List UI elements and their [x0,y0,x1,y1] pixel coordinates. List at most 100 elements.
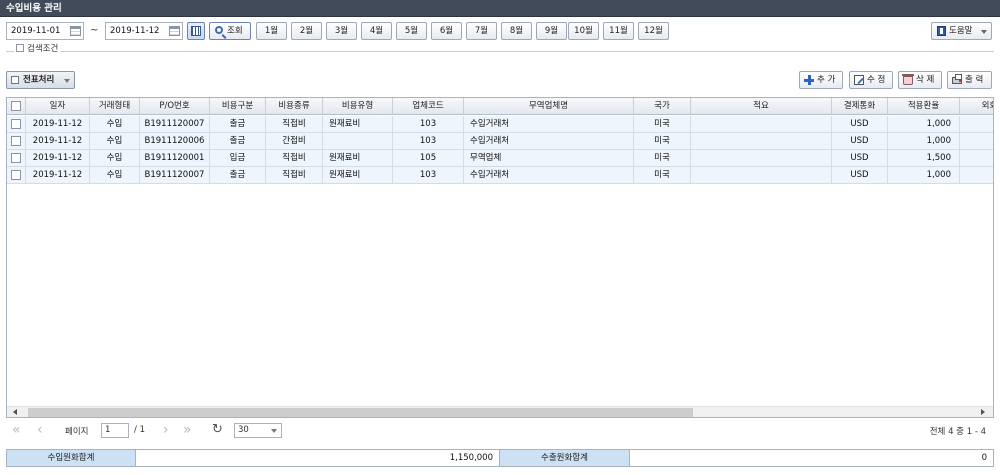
cell-foreign-amount [960,150,993,166]
cell-po-number: B1911120001 [140,150,210,166]
calendar-icon[interactable] [70,26,81,36]
scrollbar-thumb[interactable] [28,408,693,417]
cell-trade-type: 수입 [90,167,140,183]
cell-po-number: B1911120007 [140,116,210,132]
month-button-2[interactable]: 2월 [291,22,322,40]
row-checkbox[interactable] [11,136,21,146]
month-button-7[interactable]: 7월 [466,22,497,40]
month-button-6[interactable]: 6월 [431,22,462,40]
cell-trade-type: 수입 [90,116,140,132]
scroll-right-icon[interactable] [981,409,985,415]
cell-date: 2019-11-12 [26,133,90,149]
table-row[interactable]: 2019-11-12 수입 B1911120001 입금 직접비 원재료비 10… [7,150,993,167]
cell-date: 2019-11-12 [26,116,90,132]
header-exchange-rate[interactable]: 적용환율 [888,98,960,115]
help-button-label: 도움말 [949,26,973,36]
export-total-label: 수출원화합계 [500,450,630,466]
row-select[interactable] [7,133,26,149]
print-button-label: 출 력 [965,75,984,85]
month-button-3[interactable]: 3월 [326,22,357,40]
month-button-4[interactable]: 4월 [361,22,392,40]
page-label: 페이지 [65,427,89,437]
page-size-value: 30 [238,425,249,435]
window-title: 수입비용 관리 [0,0,1000,17]
page-size-select[interactable]: 30 [234,423,282,438]
date-from-input[interactable]: 2019-11-01 [6,22,84,40]
date-to-input[interactable]: 2019-11-12 [105,22,183,40]
cell-vendor-code: 105 [393,150,464,166]
print-button[interactable]: 출 력 [947,71,992,89]
cell-exchange-rate: 1,000 [888,133,960,149]
prev-page-icon[interactable]: ‹ [37,422,43,438]
cell-expense-type: 원재료비 [323,116,393,132]
help-button[interactable]: 도움말 [931,22,992,40]
refresh-icon[interactable]: ↻ [212,422,223,438]
header-expense-kind[interactable]: 비용종류 [266,98,323,115]
header-expense-type[interactable]: 비용유형 [323,98,393,115]
select-all-checkbox[interactable] [11,101,21,111]
grid-header: 일자 거래형태 P/O번호 비용구분 비용종류 비용유형 업체코드 무역업체명 … [7,98,993,115]
header-date[interactable]: 일자 [26,98,90,115]
month-button-11[interactable]: 11월 [603,22,634,40]
header-vendor-code[interactable]: 업체코드 [393,98,464,115]
pagination-bar: « ‹ 페이지 1 / 1 › » ↻ 30 전체 4 중 1 - 4 [6,420,994,442]
chevron-down-icon [981,30,987,34]
row-select[interactable] [7,167,26,183]
add-button[interactable]: 추 가 [799,71,843,89]
month-button-9[interactable]: 9월 [536,22,567,40]
calendar-icon[interactable] [169,26,180,36]
cell-country: 미국 [634,167,691,183]
cell-currency: USD [832,150,888,166]
first-page-icon[interactable]: « [12,422,21,438]
header-currency[interactable]: 결제통화 [832,98,888,115]
record-count-info: 전체 4 중 1 - 4 [929,427,986,437]
horizontal-scrollbar[interactable] [7,406,993,417]
search-button[interactable]: 조회 [209,22,251,40]
month-button-8[interactable]: 8월 [501,22,532,40]
next-page-icon[interactable]: › [163,422,169,438]
month-button-5[interactable]: 5월 [396,22,427,40]
table-row[interactable]: 2019-11-12 수입 B1911120007 출금 직접비 원재료비 10… [7,167,993,184]
import-total-label: 수입원화합계 [7,450,136,466]
cell-country: 미국 [634,150,691,166]
cell-expense-type [323,133,393,149]
header-country[interactable]: 국가 [634,98,691,115]
scroll-left-icon[interactable] [13,409,17,415]
cell-expense-kind: 직접비 [266,116,323,132]
totals-summary: 수입원화합계 1,150,000 수출원화합계 0 [6,449,994,467]
row-select[interactable] [7,150,26,166]
table-row[interactable]: 2019-11-12 수입 B1911120007 출금 직접비 원재료비 10… [7,116,993,133]
page-number-input[interactable]: 1 [101,423,129,438]
chevron-down-icon [64,79,70,83]
row-checkbox[interactable] [11,153,21,163]
row-select[interactable] [7,116,26,132]
delete-button-label: 삭 제 [916,75,935,85]
header-expense-class[interactable]: 비용구분 [210,98,266,115]
edit-button[interactable]: 수 정 [849,71,893,89]
header-select-all[interactable] [7,98,26,115]
cell-po-number: B1911120006 [140,133,210,149]
expense-grid[interactable]: 일자 거래형태 P/O번호 비용구분 비용종류 비용유형 업체코드 무역업체명 … [6,97,994,418]
row-checkbox[interactable] [11,119,21,129]
delete-button[interactable]: 삭 제 [898,71,942,89]
header-trade-type[interactable]: 거래형태 [90,98,140,115]
month-button-1[interactable]: 1월 [256,22,287,40]
month-button-12[interactable]: 12월 [638,22,669,40]
cell-vendor-code: 103 [393,133,464,149]
header-po-number[interactable]: P/O번호 [140,98,210,115]
row-checkbox[interactable] [11,170,21,180]
search-filter-toggle[interactable]: 검색조건 [14,43,62,55]
filter-checkbox[interactable] [16,44,24,52]
month-button-10[interactable]: 10월 [568,22,599,40]
last-page-icon[interactable]: » [183,422,192,438]
voucher-process-button[interactable]: 전표처리 [6,71,75,89]
header-foreign-amount[interactable]: 외화 [960,98,993,115]
calendar-grid-button[interactable] [187,22,205,40]
table-row[interactable]: 2019-11-12 수입 B1911120006 출금 간접비 103 수입거… [7,133,993,150]
header-remarks[interactable]: 적요 [691,98,832,115]
cell-exchange-rate: 1,000 [888,116,960,132]
cell-foreign-amount [960,116,993,132]
cell-vendor-name: 수입거래처 [464,133,634,149]
header-vendor-name[interactable]: 무역업체명 [464,98,634,115]
edit-button-label: 수 정 [867,75,886,85]
